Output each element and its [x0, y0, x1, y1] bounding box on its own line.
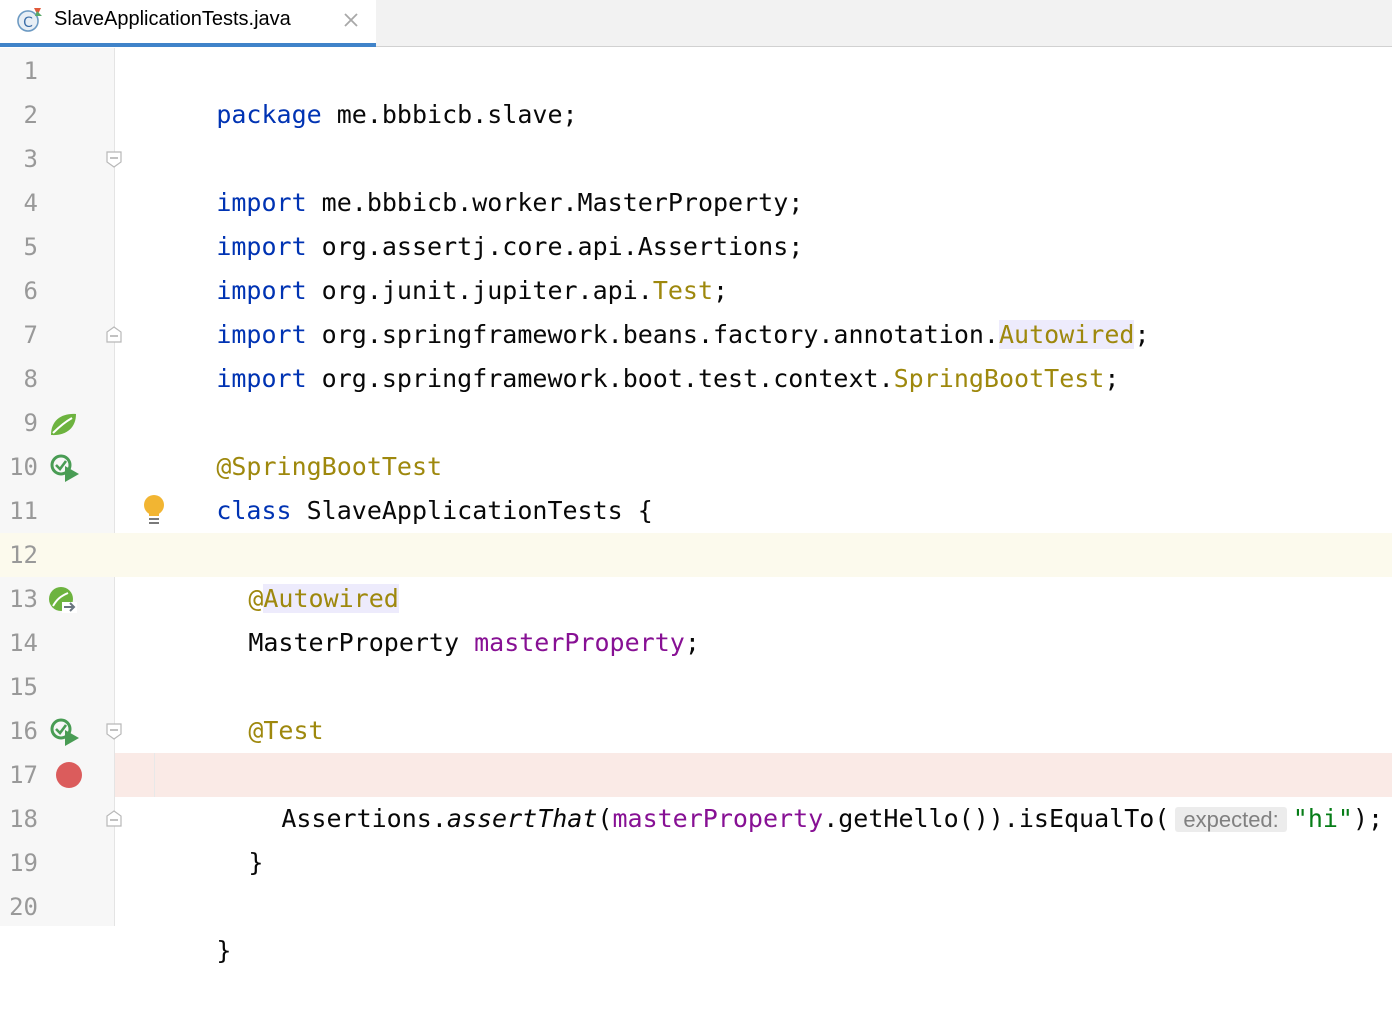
- code-line-19[interactable]: 19: [0, 841, 1392, 885]
- code-line-1[interactable]: 1 package me.bbbicb.slave;: [0, 49, 1392, 129]
- code-line-3[interactable]: 3 import me.bbbicb.worker.MasterProperty…: [0, 137, 1392, 217]
- autowired-navigate-icon[interactable]: [48, 586, 78, 614]
- code-line-15[interactable]: 15 @Test: [0, 665, 1392, 745]
- line-number: 4: [23, 189, 38, 217]
- line-number: 19: [9, 849, 38, 877]
- code-line-20[interactable]: 20 }: [0, 885, 1392, 965]
- code-line-11[interactable]: 11: [0, 489, 1392, 533]
- line-number: 11: [9, 497, 38, 525]
- code-line-16[interactable]: 16 void contextLoads() {: [0, 709, 1392, 789]
- code-line-4[interactable]: 4 import org.assertj.core.api.Assertions…: [0, 181, 1392, 261]
- code-line-13[interactable]: 13 MasterProperty masterProperty;: [0, 577, 1392, 657]
- run-test-class-icon[interactable]: [50, 454, 80, 482]
- code-line-7[interactable]: 7 import org.springframework.boot.test.c…: [0, 313, 1392, 393]
- file-tab[interactable]: C SlaveApplicationTests.java: [0, 0, 376, 47]
- line-number: 9: [23, 409, 38, 437]
- code-line-14[interactable]: 14: [0, 621, 1392, 665]
- line-number: 13: [9, 585, 38, 613]
- code-line-12[interactable]: 12 @Autowired: [0, 533, 1392, 613]
- line-number: 8: [23, 365, 38, 393]
- code-line-5[interactable]: 5 import org.junit.jupiter.api.Test;: [0, 225, 1392, 305]
- code-line-6[interactable]: 6 import org.springframework.beans.facto…: [0, 269, 1392, 349]
- file-tab-title: SlaveApplicationTests.java: [54, 8, 291, 30]
- spring-bean-icon[interactable]: [48, 410, 78, 438]
- code-line-9[interactable]: 9 @SpringBootTest: [0, 401, 1392, 481]
- line-number: 2: [23, 101, 38, 129]
- intention-bulb-icon[interactable]: [140, 493, 168, 527]
- code-line-17[interactable]: 17 Assertions.assertThat(masterProperty.…: [0, 753, 1392, 833]
- closing-brace: }: [216, 936, 232, 965]
- line-number: 15: [9, 673, 38, 701]
- fold-open-icon[interactable]: [105, 150, 123, 168]
- line-number: 10: [9, 453, 38, 481]
- indent-guide: [154, 753, 155, 797]
- fold-open-icon[interactable]: [105, 722, 123, 740]
- line-number: 1: [23, 57, 38, 85]
- fold-close-icon[interactable]: [105, 326, 123, 344]
- svg-text:C: C: [23, 15, 33, 31]
- code-line-2[interactable]: 2: [0, 93, 1392, 137]
- run-test-method-icon[interactable]: [50, 718, 80, 746]
- line-number: 16: [9, 717, 38, 745]
- code-line-18[interactable]: 18 }: [0, 797, 1392, 877]
- line-number: 17: [9, 761, 38, 789]
- line-number: 6: [23, 277, 38, 305]
- close-icon[interactable]: [343, 12, 359, 28]
- line-number: 12: [9, 541, 38, 569]
- line-number: 7: [23, 321, 38, 349]
- editor-tab-bar: C SlaveApplicationTests.java: [0, 0, 1392, 47]
- line-number: 18: [9, 805, 38, 833]
- java-class-icon: C: [17, 8, 42, 32]
- code-line-8[interactable]: 8: [0, 357, 1392, 401]
- fold-close-icon[interactable]: [105, 810, 123, 828]
- line-number: 5: [23, 233, 38, 261]
- code-line-10[interactable]: 10 class SlaveApplicationTests {: [0, 445, 1392, 525]
- line-number: 20: [9, 893, 38, 921]
- line-number: 14: [9, 629, 38, 657]
- breakpoint-icon[interactable]: [55, 761, 83, 789]
- line-number: 3: [23, 145, 38, 173]
